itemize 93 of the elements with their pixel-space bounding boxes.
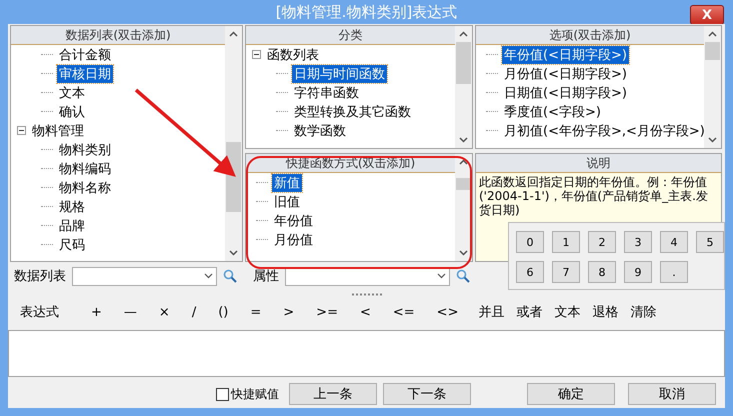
numpad-key[interactable]: 5 xyxy=(696,231,724,253)
numpad-key[interactable]: 3 xyxy=(624,231,652,253)
scroll-down-icon[interactable] xyxy=(459,250,468,256)
caret-icon[interactable] xyxy=(204,273,213,279)
tree-item[interactable]: 物料管理 xyxy=(30,122,86,140)
operator-button[interactable]: () xyxy=(212,304,234,320)
operator-button[interactable]: = xyxy=(244,304,268,320)
numpad-key[interactable]: 8 xyxy=(588,261,616,283)
splitter-grip-icon[interactable] xyxy=(352,292,382,296)
tree-item[interactable]: 确认 xyxy=(57,102,87,120)
numpad-key[interactable]: . xyxy=(660,261,688,283)
field-label: 数据列表 xyxy=(14,268,66,285)
scroll-up-icon[interactable] xyxy=(459,159,468,165)
close-button[interactable]: X xyxy=(690,5,724,25)
tree-item[interactable]: 合计金额 xyxy=(57,46,113,64)
operator-button[interactable]: / xyxy=(186,304,202,320)
operator-button[interactable]: < xyxy=(354,304,377,320)
operator-button[interactable]: + xyxy=(85,304,108,320)
field-label: 属性 xyxy=(253,268,279,285)
list-item[interactable]: 季度值(<字段>) xyxy=(502,102,603,120)
search-icon[interactable] xyxy=(456,269,470,283)
scroll-up-icon[interactable] xyxy=(708,31,717,37)
dropdown-field[interactable] xyxy=(72,266,217,286)
scrollbar-thumb[interactable] xyxy=(456,42,471,84)
tree-item[interactable]: 数学函数 xyxy=(292,122,348,140)
panel-header: 说明 xyxy=(476,154,721,173)
numpad-key[interactable]: 7 xyxy=(552,261,580,283)
operator-button[interactable]: 或者 xyxy=(512,303,546,321)
tree-item[interactable]: 品牌 xyxy=(57,216,87,234)
checkbox-label: 快捷赋值 xyxy=(231,386,279,402)
previous-button[interactable]: 上一条 xyxy=(289,383,377,405)
scrollbar-thumb[interactable] xyxy=(226,142,241,212)
tree-item[interactable]: 物料名称 xyxy=(57,178,113,196)
numpad-key[interactable]: 0 xyxy=(516,231,544,253)
operator-button[interactable]: <> xyxy=(430,304,464,320)
tree-item[interactable]: 字符串函数 xyxy=(292,84,361,102)
panel-header: 数据列表(双击添加) xyxy=(11,26,225,45)
scroll-down-icon[interactable] xyxy=(708,137,717,143)
cancel-button[interactable]: 取消 xyxy=(628,383,716,405)
numpad-key[interactable]: 9 xyxy=(624,261,652,283)
scroll-down-icon[interactable] xyxy=(229,250,238,256)
operator-button[interactable]: — xyxy=(118,304,143,320)
operator-button[interactable]: > xyxy=(277,304,300,320)
toolbar-label: 表达式 xyxy=(20,304,59,321)
ok-button[interactable]: 确定 xyxy=(527,383,615,405)
list-item[interactable]: 月份值(<日期字段>) xyxy=(502,64,629,82)
tree-item[interactable]: 文本 xyxy=(57,84,87,102)
collapse-icon[interactable] xyxy=(252,50,261,59)
numpad-key[interactable]: 1 xyxy=(552,231,580,253)
tree-item[interactable]: 类型转换及其它函数 xyxy=(292,102,413,120)
tree-item[interactable]: 物料编码 xyxy=(57,160,113,178)
numpad-key[interactable]: 4 xyxy=(660,231,688,253)
description-text: 此函数返回指定日期的年份值。例：年份值('2004-1-1')，年份值(产品销货单_主表.发货日期) xyxy=(478,174,709,219)
caret-icon[interactable] xyxy=(437,273,446,279)
operator-button[interactable]: 并且 xyxy=(474,303,508,321)
next-button[interactable]: 下一条 xyxy=(383,383,471,405)
tree-item[interactable]: 日期与时间函数 xyxy=(292,64,387,82)
scrollbar-thumb[interactable] xyxy=(705,42,720,60)
scroll-down-icon[interactable] xyxy=(459,137,468,143)
scroll-up-icon[interactable] xyxy=(459,31,468,37)
search-icon[interactable] xyxy=(223,269,237,283)
list-item[interactable]: 日期值(<日期字段>) xyxy=(502,84,629,102)
tree-item[interactable]: 规格 xyxy=(57,198,87,216)
expression-input[interactable] xyxy=(8,330,725,377)
panel-header: 分类 xyxy=(246,26,455,45)
list-item[interactable]: 旧值 xyxy=(272,192,302,210)
operator-button[interactable]: <= xyxy=(386,304,421,320)
tree-item[interactable]: 物料类别 xyxy=(57,140,113,158)
scrollbar[interactable] xyxy=(704,26,721,148)
operator-button[interactable]: × xyxy=(152,304,176,320)
list-item[interactable]: 月份值 xyxy=(272,230,315,248)
list-item[interactable]: 月初值(<年份字段>,<月份字段>) xyxy=(502,122,704,140)
collapse-icon[interactable] xyxy=(17,126,26,135)
checkbox-square[interactable] xyxy=(216,388,229,400)
tree-item[interactable]: 函数列表 xyxy=(265,46,321,64)
panel-header: 选项(双击添加) xyxy=(476,26,704,45)
operator-button[interactable]: 清除 xyxy=(626,303,660,321)
scrollbar[interactable] xyxy=(225,26,242,261)
operator-button[interactable]: 文本 xyxy=(550,303,584,321)
scrollbar[interactable] xyxy=(455,26,472,148)
numpad-key[interactable]: 2 xyxy=(588,231,616,253)
scroll-up-icon[interactable] xyxy=(229,31,238,37)
tree-item[interactable]: 尺码 xyxy=(57,236,87,254)
operator-button[interactable]: >= xyxy=(310,304,344,320)
tree-item[interactable]: 审核日期 xyxy=(57,64,113,82)
scrollbar-thumb[interactable] xyxy=(456,178,471,190)
numpad-key[interactable]: 6 xyxy=(516,261,544,283)
window-title: [物料管理.物料类别]表达式 xyxy=(276,2,458,22)
quick-assign-checkbox[interactable]: 快捷赋值 xyxy=(216,386,279,402)
list-item[interactable]: 新值 xyxy=(272,174,302,192)
operator-button[interactable]: 退格 xyxy=(588,303,622,321)
list-item[interactable]: 年份值 xyxy=(272,212,315,230)
list-item[interactable]: 年份值(<日期字段>) xyxy=(502,46,629,64)
